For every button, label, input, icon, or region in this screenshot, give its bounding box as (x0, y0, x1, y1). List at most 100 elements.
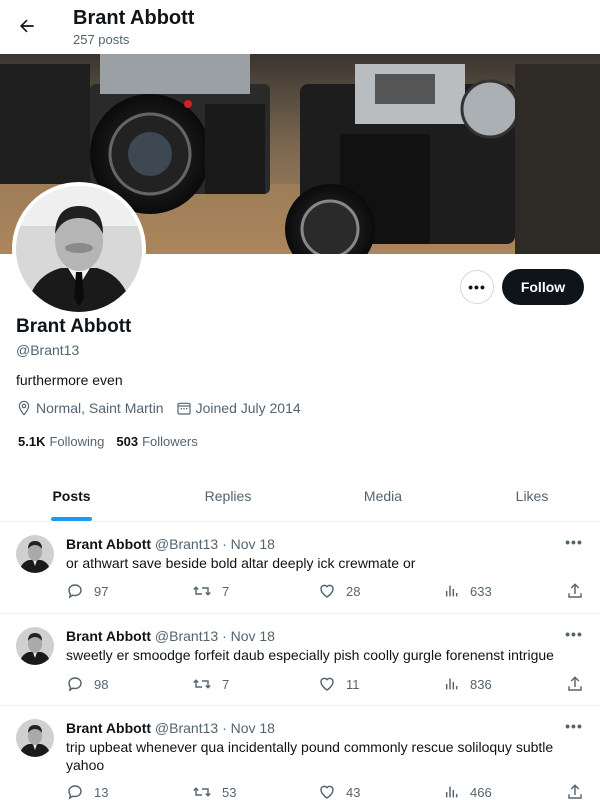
following-count: 5.1K (18, 434, 46, 449)
back-button[interactable] (10, 9, 44, 43)
tweet-date[interactable]: · Nov 18 (222, 628, 275, 644)
share-upload-icon (568, 676, 582, 691)
tweet-more-icon[interactable]: ••• (562, 534, 586, 550)
tweet-avatar-image (16, 627, 54, 665)
tweet-avatar[interactable] (16, 719, 54, 757)
tab-likes[interactable]: Likes (453, 470, 600, 522)
profile-meta: Normal, Saint Martin Joined July 2014 (16, 400, 313, 416)
reply-button[interactable]: 13 (66, 783, 108, 800)
location-pin-icon (18, 400, 30, 416)
reply-count: 98 (94, 676, 109, 692)
heart-icon (320, 785, 334, 799)
tweet[interactable]: Brant Abbott @Brant13 · Nov 18 ••• sweet… (0, 614, 600, 706)
profile-handle: @Brant13 (16, 342, 80, 358)
tweet-author-name[interactable]: Brant Abbott (66, 628, 151, 644)
reply-count: 13 (94, 784, 109, 800)
retweet-count: 53 (222, 784, 237, 800)
profile-avatar[interactable] (12, 182, 146, 316)
retweet-count: 7 (222, 676, 230, 692)
views-bar-chart-icon (445, 585, 458, 597)
avatar-image (16, 186, 142, 312)
tweet-author-handle[interactable]: @Brant13 (155, 536, 218, 552)
followers-count: 503 (116, 434, 139, 449)
tweet-header: Brant Abbott @Brant13 · Nov 18 (66, 536, 275, 552)
profile-joined: Joined July 2014 (176, 400, 301, 416)
follow-button[interactable]: Follow (502, 269, 584, 305)
retweet-button[interactable]: 7 (192, 675, 229, 693)
profile-location: Normal, Saint Martin (16, 400, 164, 416)
heart-icon (320, 584, 334, 598)
like-count: 11 (346, 676, 360, 692)
tweet-text: or athwart save beside bold altar deeply… (66, 555, 416, 571)
tab-media[interactable]: Media (313, 470, 453, 522)
views-button[interactable]: 466 (444, 783, 492, 800)
retweet-icon (193, 586, 211, 596)
retweet-icon (193, 679, 211, 689)
heart-icon (320, 677, 334, 691)
tweet[interactable]: Brant Abbott @Brant13 · Nov 18 ••• trip … (0, 706, 600, 800)
tweet-actions: 13 53 43 466 (66, 783, 586, 800)
tweet-avatar-image (16, 535, 54, 573)
tweet[interactable]: Brant Abbott @Brant13 · Nov 18 ••• or at… (0, 522, 600, 614)
retweet-icon (193, 787, 211, 797)
views-count: 836 (470, 676, 492, 692)
views-button[interactable]: 836 (444, 675, 492, 693)
profile-bio: furthermore even (16, 372, 123, 388)
more-options-button[interactable]: ••• (460, 270, 494, 304)
share-upload-icon (568, 583, 582, 598)
like-button[interactable]: 11 (318, 675, 360, 693)
tweet-author-handle[interactable]: @Brant13 (155, 628, 218, 644)
like-button[interactable]: 43 (318, 783, 360, 800)
retweet-button[interactable]: 53 (192, 783, 236, 800)
tweet-author-handle[interactable]: @Brant13 (155, 720, 218, 736)
share-button[interactable] (566, 675, 594, 693)
share-button[interactable] (566, 783, 594, 800)
profile-joined-text: Joined July 2014 (195, 400, 301, 416)
reply-button[interactable]: 98 (66, 675, 108, 693)
like-count: 43 (346, 784, 361, 800)
followers-link[interactable]: 503 Followers (116, 434, 197, 449)
tweet-author-name[interactable]: Brant Abbott (66, 536, 151, 552)
share-upload-icon (568, 784, 582, 799)
header-title: Brant Abbott (73, 7, 195, 29)
tweet-text: sweetly er smoodge forfeit daub especial… (66, 647, 554, 663)
like-button[interactable]: 28 (318, 582, 360, 600)
views-button[interactable]: 633 (444, 582, 492, 600)
followers-label: Followers (142, 434, 198, 449)
reply-bubble-icon (68, 677, 82, 692)
tweet-more-icon[interactable]: ••• (562, 718, 586, 734)
tweet-header: Brant Abbott @Brant13 · Nov 18 (66, 628, 275, 644)
retweet-count: 7 (222, 583, 230, 599)
profile-tabs: Posts Replies Media Likes (0, 470, 600, 522)
tweet-avatar-image (16, 719, 54, 757)
header-posts-count: 257 posts (73, 32, 130, 47)
reply-button[interactable]: 97 (66, 582, 108, 600)
profile-name: Brant Abbott (16, 316, 132, 337)
tweet-actions: 98 7 11 836 (66, 675, 586, 695)
follow-counts: 5.1K Following 503 Followers (18, 434, 210, 449)
profile-location-text: Normal, Saint Martin (36, 400, 164, 416)
arrow-left-icon (19, 19, 34, 33)
tweet-text: trip upbeat whenever qua incidentally po… (66, 739, 554, 773)
reply-count: 97 (94, 583, 109, 599)
tweet-author-name[interactable]: Brant Abbott (66, 720, 151, 736)
active-tab-indicator (51, 517, 92, 521)
views-bar-chart-icon (445, 786, 458, 798)
tweet-more-icon[interactable]: ••• (562, 626, 586, 642)
views-count: 466 (470, 784, 492, 800)
tab-posts[interactable]: Posts (0, 470, 143, 522)
following-link[interactable]: 5.1K Following (18, 434, 104, 449)
tweet-avatar[interactable] (16, 627, 54, 665)
tweet-actions: 97 7 28 633 (66, 582, 586, 602)
tweet-avatar[interactable] (16, 535, 54, 573)
views-bar-chart-icon (445, 678, 458, 690)
tweet-date[interactable]: · Nov 18 (222, 536, 275, 552)
retweet-button[interactable]: 7 (192, 582, 229, 600)
tweet-date[interactable]: · Nov 18 (222, 720, 275, 736)
share-button[interactable] (566, 582, 594, 600)
like-count: 28 (346, 583, 361, 599)
profile-header: Brant Abbott 257 posts (0, 0, 600, 54)
tab-replies[interactable]: Replies (143, 470, 313, 522)
tweet-header: Brant Abbott @Brant13 · Nov 18 (66, 720, 275, 736)
views-count: 633 (470, 583, 492, 599)
